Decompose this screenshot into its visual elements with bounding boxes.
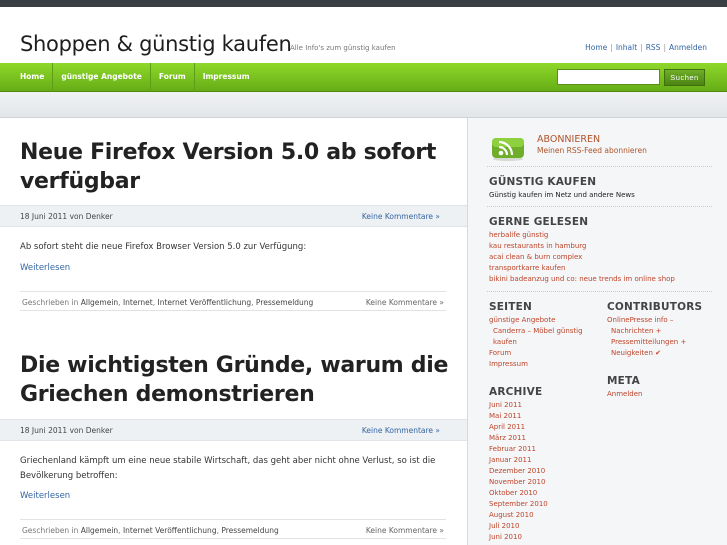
post-footer: Geschrieben in Allgemein, Internet Veröf… [20, 519, 446, 539]
list-item[interactable]: Oktober 2010 [489, 488, 548, 499]
widget-text-guenstig: Günstig kaufen im Netz und andere News [489, 191, 635, 199]
list-item[interactable]: April 2011 [489, 422, 548, 433]
header-links: Home | Inhalt | RSS | Anmelden [585, 43, 707, 52]
list-item[interactable]: kau restaurants in hamburg [489, 241, 675, 252]
list-item[interactable]: Mai 2011 [489, 411, 548, 422]
list-item[interactable]: acai clean & burn complex [489, 252, 675, 263]
nav-item-forum[interactable]: Forum [151, 63, 195, 92]
category-link[interactable]: Pressemeldung [221, 526, 278, 535]
list-item[interactable]: März 2011 [489, 433, 548, 444]
post-comments-link[interactable]: Keine Kommentare » [362, 212, 440, 221]
list-item[interactable]: August 2010 [489, 510, 548, 521]
post-footer-comments-link[interactable]: Keine Kommentare » [366, 526, 444, 535]
list-item[interactable]: Januar 2011 [489, 455, 548, 466]
header-link-anmelden[interactable]: Anmelden [669, 43, 707, 52]
list-item[interactable]: herbalife günstig [489, 230, 675, 241]
post-footer: Geschrieben in Allgemein, Internet, Inte… [20, 291, 446, 311]
list-item[interactable]: Dezember 2010 [489, 466, 548, 477]
search-input[interactable] [557, 69, 660, 85]
header-link-rss[interactable]: RSS [646, 43, 661, 52]
list-item[interactable]: Juni 2011 [489, 400, 548, 411]
widget-divider [487, 206, 712, 207]
header-link-home[interactable]: Home [585, 43, 607, 52]
rss-subscribe-link[interactable]: Meinen RSS-Feed abonnieren [537, 146, 647, 155]
read-more-link[interactable]: Weiterlesen [20, 491, 70, 501]
list-item[interactable]: günstige Angebote [489, 315, 583, 326]
nav-item-home[interactable]: Home [12, 63, 54, 92]
post-meta-bar: 18 Juni 2011 von Denker Keine Kommentare… [0, 205, 467, 227]
category-link[interactable]: Internet [123, 298, 153, 307]
list-item[interactable]: bikini badeanzug und co: neue trends im … [489, 274, 675, 285]
post-categories: Geschrieben in Allgemein, Internet, Inte… [22, 298, 314, 307]
search-button[interactable]: Suchen [664, 69, 705, 86]
list-item[interactable]: Anmelden [607, 389, 642, 400]
widget-title-meta: META [607, 375, 640, 387]
list-item[interactable]: Juli 2010 [489, 521, 548, 532]
list-item[interactable]: Neuigkeiten ✔ [607, 348, 686, 359]
list-item[interactable]: kaufen [489, 337, 583, 348]
popular-posts-list: herbalife günstig kau restaurants in ham… [489, 230, 675, 285]
post-date-author: 18 Juni 2011 von Denker [20, 426, 113, 435]
post-excerpt: Ab sofort steht die neue Firefox Browser… [20, 242, 307, 252]
category-link[interactable]: Internet Veröffentlichung [158, 298, 252, 307]
site-title[interactable]: Shoppen & günstig kaufen [20, 32, 292, 56]
category-link[interactable]: Allgemein [81, 526, 118, 535]
post-categories: Geschrieben in Allgemein, Internet Veröf… [22, 526, 279, 535]
list-item[interactable]: September 2010 [489, 499, 548, 510]
list-item[interactable]: Canderra – Möbel günstig [489, 326, 583, 337]
widget-title-archive: ARCHIVE [489, 386, 543, 398]
list-item[interactable]: OnlinePresse info – [607, 315, 686, 326]
site-tagline: Alle Info's zum günstig kaufen [290, 44, 396, 52]
list-item[interactable]: Juni 2010 [489, 532, 548, 543]
post-date-author: 18 Juni 2011 von Denker [20, 212, 113, 221]
list-item[interactable]: Februar 2011 [489, 444, 548, 455]
list-item[interactable]: transportkarre kaufen [489, 263, 675, 274]
widget-divider [487, 291, 712, 292]
meta-list: Anmelden [607, 389, 642, 400]
post-title[interactable]: Die wichtigsten Gründe, warum die Griech… [20, 351, 450, 409]
widget-title-seiten: SEITEN [489, 301, 532, 313]
post-meta-bar: 18 Juni 2011 von Denker Keine Kommentare… [0, 419, 467, 441]
sub-header-bar [0, 92, 727, 118]
header-link-inhalt[interactable]: Inhalt [616, 43, 637, 52]
top-dark-bar [0, 0, 727, 7]
category-link[interactable]: Internet Veröffentlichung [123, 526, 217, 535]
archive-list: Juni 2011 Mai 2011 April 2011 März 2011 … [489, 400, 548, 543]
post-excerpt: Griechenland kämpft um eine neue stabile… [20, 456, 436, 481]
read-more-link[interactable]: Weiterlesen [20, 263, 70, 273]
nav-item-angebote[interactable]: günstige Angebote [53, 63, 151, 92]
contributors-list: OnlinePresse info – Nachrichten + Presse… [607, 315, 686, 359]
list-item[interactable]: Forum [489, 348, 583, 359]
nav-item-impressum[interactable]: Impressum [195, 63, 258, 92]
site-header: Shoppen & günstig kaufen Alle Info's zum… [0, 7, 727, 63]
category-link[interactable]: Allgemein [81, 298, 118, 307]
widget-divider [487, 166, 712, 167]
widget-title-guenstig: GÜNSTIG KAUFEN [489, 176, 597, 188]
list-item[interactable]: Nachrichten + [607, 326, 686, 337]
list-item[interactable]: Impressum [489, 359, 583, 370]
category-link[interactable]: Pressemeldung [256, 298, 313, 307]
list-item[interactable]: November 2010 [489, 477, 548, 488]
pages-list: günstige Angebote Canderra – Möbel günst… [489, 315, 583, 370]
post-title[interactable]: Neue Firefox Version 5.0 ab sofort verfü… [20, 138, 450, 196]
post-comments-link[interactable]: Keine Kommentare » [362, 426, 440, 435]
rss-feed-icon[interactable] [491, 135, 525, 161]
rss-subscribe-title[interactable]: ABONNIEREN [537, 134, 600, 145]
widget-title-gerne: GERNE GELESEN [489, 216, 589, 228]
widget-title-contributors: CONTRIBUTORS [607, 301, 703, 313]
post-footer-comments-link[interactable]: Keine Kommentare » [366, 298, 444, 307]
list-item[interactable]: Pressemitteilungen + [607, 337, 686, 348]
